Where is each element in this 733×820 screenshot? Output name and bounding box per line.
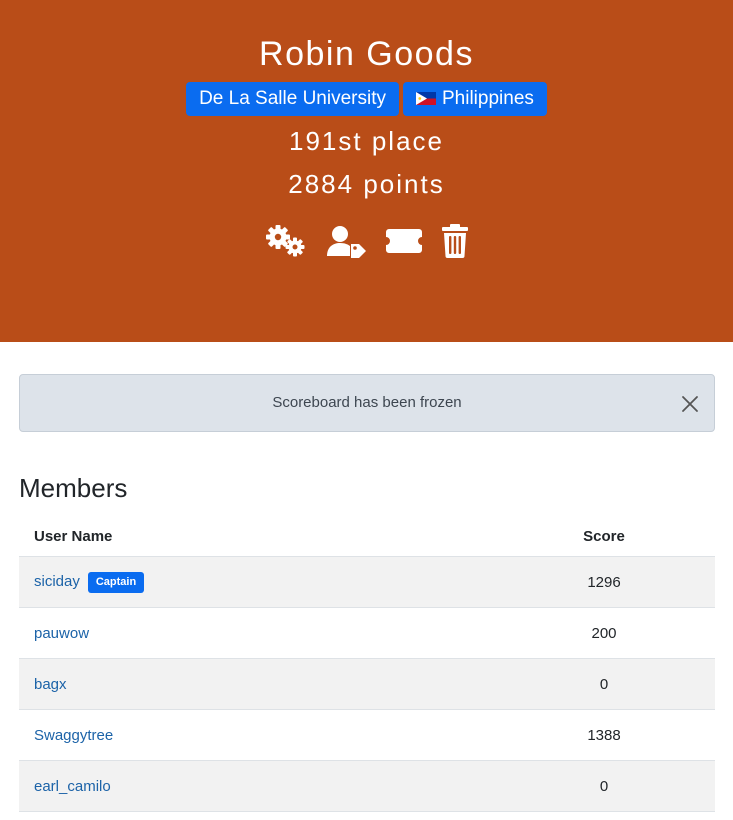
trash-icon[interactable] — [441, 224, 469, 258]
country-label: Philippines — [442, 88, 534, 109]
team-admin-toolbar — [0, 224, 733, 258]
table-row: pauwow 200 — [19, 607, 715, 659]
team-points: 2884 points — [288, 169, 445, 199]
member-score: 1388 — [493, 709, 715, 761]
table-row: siciday Captain 1296 — [19, 556, 715, 608]
philippines-flag-icon — [416, 92, 436, 105]
members-heading: Members — [19, 473, 128, 503]
member-link[interactable]: Swaggytree — [34, 727, 113, 744]
members-table-header: User Name Score — [19, 516, 715, 557]
table-row: Swaggytree 1388 — [19, 709, 715, 761]
member-link[interactable]: earl_camilo — [34, 778, 111, 795]
member-score: 200 — [493, 607, 715, 659]
country-badge[interactable]: Philippines — [403, 82, 547, 116]
member-link[interactable]: bagx — [34, 676, 67, 693]
team-name: Robin Goods — [259, 35, 474, 73]
column-header-score: Score — [493, 516, 715, 557]
ticket-icon[interactable] — [385, 227, 423, 255]
members-table: User Name Score siciday Captain 1296 pauw… — [19, 516, 715, 812]
affiliation-badge[interactable]: De La Salle University — [186, 82, 399, 116]
scoreboard-frozen-alert: Scoreboard has been frozen — [19, 374, 715, 432]
member-score: 1296 — [493, 556, 715, 608]
member-score: 0 — [493, 760, 715, 812]
settings-gears-icon[interactable] — [265, 224, 307, 258]
table-row: earl_camilo 0 — [19, 760, 715, 812]
member-link[interactable]: siciday — [34, 573, 80, 590]
captain-badge: Captain — [87, 571, 145, 593]
main-content: Scoreboard has been frozen Members User … — [0, 374, 733, 812]
user-tag-icon[interactable] — [325, 224, 367, 258]
team-place: 191st place — [289, 126, 444, 156]
member-link[interactable]: pauwow — [34, 625, 89, 642]
table-row: bagx 0 — [19, 658, 715, 710]
column-header-username: User Name — [19, 516, 493, 557]
team-header: Robin Goods De La Salle University Phili… — [0, 0, 733, 342]
alert-message: Scoreboard has been frozen — [272, 394, 462, 411]
member-score: 0 — [493, 658, 715, 710]
team-badges: De La Salle University Philippines — [0, 82, 733, 116]
close-icon[interactable] — [680, 394, 700, 414]
